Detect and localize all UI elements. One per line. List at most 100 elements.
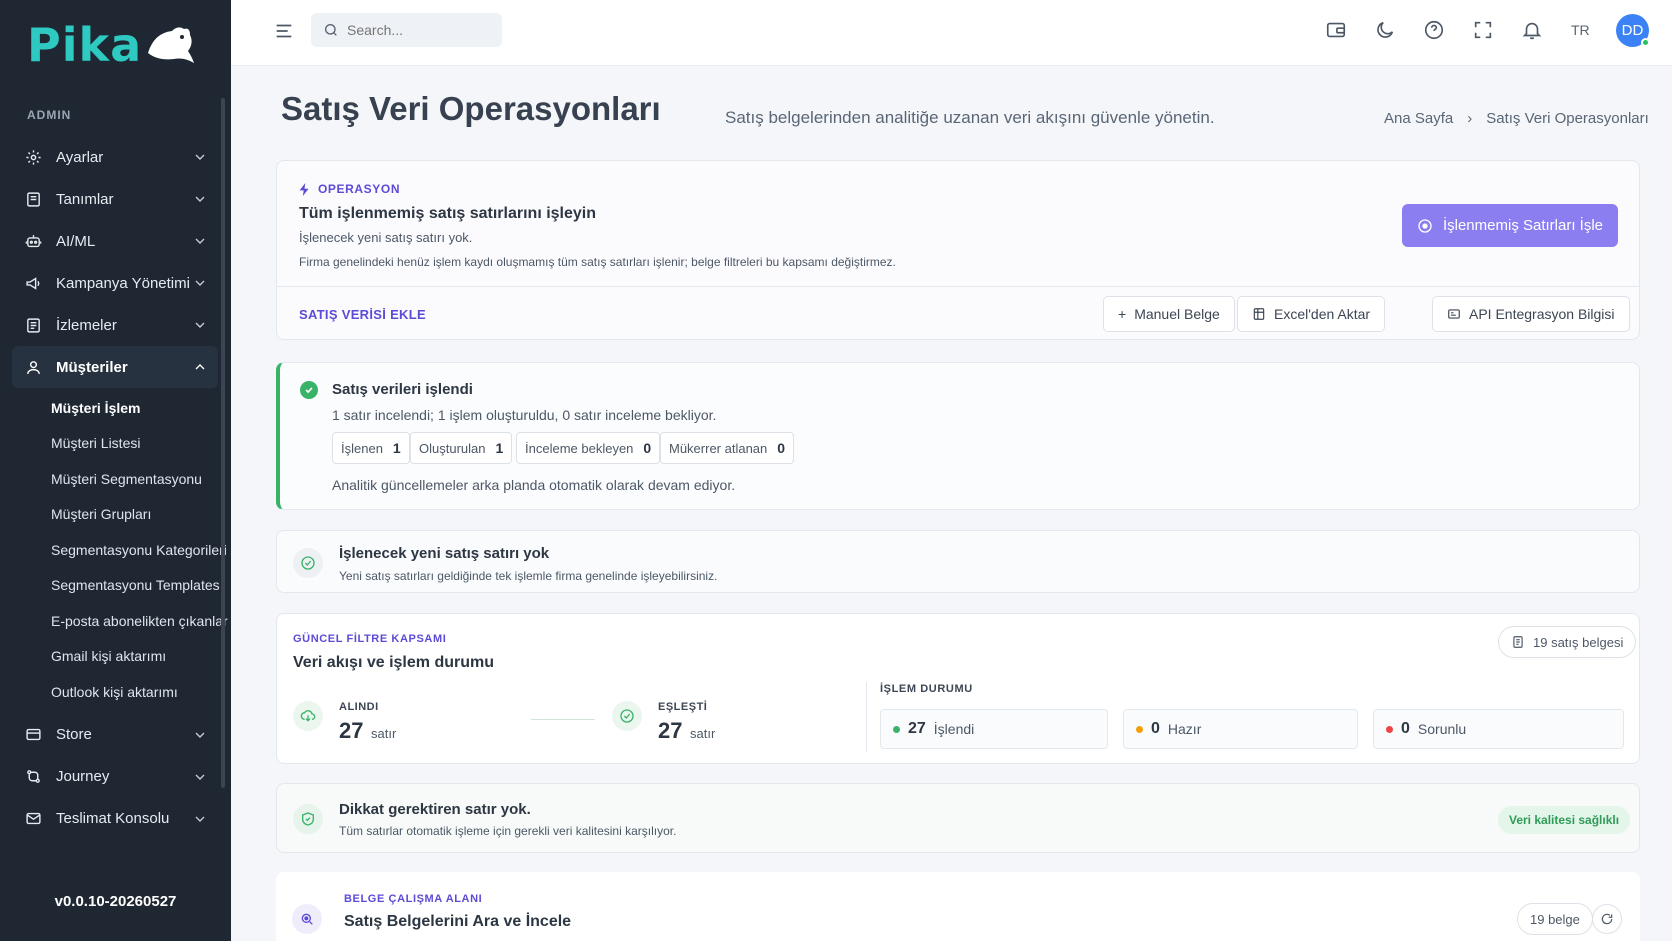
language-switcher[interactable]: TR [1571, 22, 1590, 38]
received-unit: satır [371, 726, 397, 741]
play-circle-icon [1418, 218, 1432, 233]
operation-tag-label: OPERASYON [318, 182, 401, 196]
check-circle-icon [293, 548, 323, 578]
breadcrumb-home[interactable]: Ana Sayfa [1384, 110, 1453, 127]
bell-icon[interactable] [1520, 18, 1544, 42]
spreadsheet-icon [1253, 308, 1265, 320]
api-integration-button[interactable]: API Entegrasyon Bilgisi [1432, 296, 1630, 332]
chip-label: Mükerrer atlanan [669, 440, 768, 456]
sidebar: Pika ADMIN Ayarlar Tanımlar AI/ML Kampan… [0, 0, 231, 941]
chip-label: İşlenen [341, 440, 383, 456]
online-status-dot [1641, 38, 1650, 47]
menu-icon[interactable] [273, 20, 295, 42]
no-new-title: İşlenecek yeni satış satırı yok [339, 545, 550, 562]
sidebar-item-aiml[interactable]: AI/ML [12, 220, 218, 262]
manual-document-button[interactable]: + Manuel Belge [1103, 296, 1235, 332]
sidebar-item-musteriler[interactable]: Müşteriler [12, 346, 218, 388]
sidebar-subitem-musteri-islem[interactable]: Müşteri İşlem [12, 390, 218, 426]
sidebar-item-label: AI/ML [56, 232, 96, 250]
filter-scope-tag: GÜNCEL FİLTRE KAPSAMI [293, 633, 447, 645]
manual-document-label: Manuel Belge [1134, 306, 1220, 322]
document-workspace-card: BELGE ÇALIŞMA ALANI Satış Belgelerini Ar… [276, 872, 1640, 941]
moon-icon[interactable] [1373, 18, 1397, 42]
sidebar-subitem-gmail[interactable]: Gmail kişi aktarımı [12, 639, 218, 675]
sidebar-submenu: Müşteri İşlem Müşteri Listesi Müşteri Se… [12, 388, 228, 714]
chevron-down-icon [195, 196, 205, 202]
document-count-badge[interactable]: 19 satış belgesi [1498, 626, 1637, 658]
sidebar-subitem-unsubscribed[interactable]: E-posta abonelikten çıkanlar [12, 603, 228, 639]
document-count-label: 19 satış belgesi [1533, 634, 1624, 650]
sidebar-item-izlemeler[interactable]: İzlemeler [12, 304, 218, 346]
status-label: Sorunlu [1417, 721, 1467, 737]
sidebar-subitem-gruplar[interactable]: Müşteri Grupları [12, 497, 218, 533]
stat-chip-pending-review: İnceleme bekleyen 0 [516, 432, 661, 464]
section-label: ADMIN [27, 108, 72, 122]
help-icon[interactable] [1422, 18, 1446, 42]
sidebar-subitem-segmentasyon[interactable]: Müşteri Segmentasyonu [12, 461, 218, 497]
process-button-label: İşlenmemiş Satırları İşle [1442, 217, 1604, 234]
sidebar-subitem-musteri-listesi[interactable]: Müşteri Listesi [12, 426, 218, 462]
fullscreen-icon[interactable] [1471, 18, 1495, 42]
logo[interactable]: Pika [27, 18, 196, 72]
no-new-lines-card: İşlenecek yeni satış satırı yok Yeni sat… [276, 530, 1640, 593]
sidebar-item-label: Kampanya Yönetimi [56, 274, 190, 292]
shield-check-icon [293, 804, 323, 834]
refresh-button[interactable] [1592, 904, 1622, 934]
gear-icon [24, 148, 42, 166]
sidebar-subitem-templates[interactable]: Segmentasyonu Templates [12, 568, 220, 604]
breadcrumb: Ana Sayfa › Satış Veri Operasyonları [1384, 110, 1649, 127]
process-unprocessed-button[interactable]: İşlenmemiş Satırları İşle [1402, 204, 1618, 247]
sidebar-item-journey[interactable]: Journey [12, 756, 218, 798]
check-circle-icon [612, 701, 642, 731]
chevron-down-icon [195, 732, 205, 738]
no-new-subtitle: Yeni satış satırları geldiğinde tek işle… [339, 569, 718, 583]
search-icon [325, 24, 337, 36]
sidebar-item-teslimat[interactable]: Teslimat Konsolu [12, 798, 218, 840]
wallet-icon[interactable] [1324, 18, 1348, 42]
mouse-logo-icon [148, 27, 195, 63]
status-dot-ready [1136, 725, 1143, 733]
logo-text: Pika [27, 18, 143, 72]
matched-unit: satır [690, 726, 716, 741]
sidebar-subitem-outlook[interactable]: Outlook kişi aktarımı [12, 674, 218, 710]
check-circle-icon [300, 381, 318, 399]
plus-icon: + [1118, 306, 1127, 322]
received-label: ALINDI [339, 701, 379, 713]
search-input[interactable] [347, 22, 487, 38]
sidebar-item-label: Tanımlar [56, 190, 114, 208]
sidebar-item-kampanya[interactable]: Kampanya Yönetimi [12, 262, 218, 304]
matched-label: EŞLEŞTİ [658, 701, 708, 713]
api-integration-label: API Entegrasyon Bilgisi [1469, 306, 1615, 322]
cloud-download-icon [293, 701, 323, 731]
chevron-down-icon [195, 816, 205, 822]
divider [866, 682, 867, 752]
sidebar-item-ayarlar[interactable]: Ayarlar [12, 136, 218, 178]
avatar[interactable]: DD [1616, 14, 1650, 47]
excel-import-button[interactable]: Excel'den Aktar [1237, 296, 1386, 332]
status-value: 0 [1151, 720, 1160, 737]
received-value: 27 [339, 718, 364, 743]
sidebar-item-tanimlar[interactable]: Tanımlar [12, 178, 218, 220]
workspace-count-badge: 19 belge [1517, 903, 1593, 935]
chip-value: 0 [643, 440, 652, 456]
app-version: v0.0.10-20260527 [54, 893, 177, 910]
workspace-count-label: 19 belge [1530, 911, 1580, 927]
document-icon [1513, 636, 1523, 648]
search-box[interactable] [311, 13, 502, 47]
sidebar-item-store[interactable]: Store [12, 714, 218, 756]
chevron-right-icon: › [1467, 110, 1473, 127]
attention-card: Dikkat gerektiren satır yok. Tüm satırla… [276, 783, 1640, 853]
list-icon [24, 316, 42, 334]
sidebar-subitem-kategoriler[interactable]: Segmentasyonu Kategorileri [12, 532, 227, 568]
attention-title: Dikkat gerektiren satır yok. [339, 801, 531, 818]
status-dot-processed [893, 725, 900, 733]
bolt-icon [299, 182, 309, 196]
page-subtitle: Satış belgelerinden analitiğe uzanan ver… [725, 108, 1215, 127]
mail-icon [24, 810, 42, 828]
refresh-icon [1601, 913, 1613, 925]
sidebar-scrollbar[interactable] [221, 98, 225, 788]
operation-top: OPERASYON Tüm işlenmemiş satış satırları… [277, 161, 1639, 287]
add-sales-data-label: SATIŞ VERİSİ EKLE [299, 307, 426, 322]
status-label: İşlendi [933, 721, 975, 737]
sidebar-item-label: Müşteriler [56, 358, 128, 376]
